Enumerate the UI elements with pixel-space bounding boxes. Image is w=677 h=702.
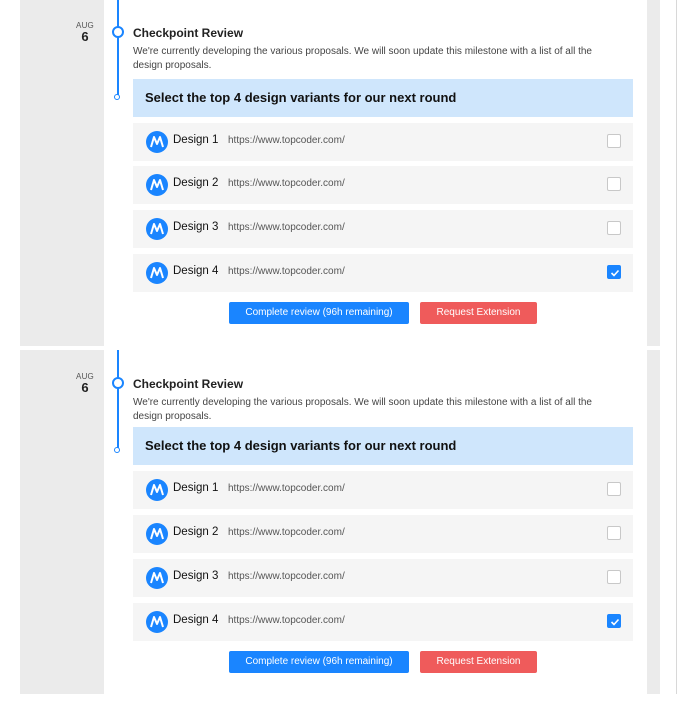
checkmark-icon — [610, 269, 620, 277]
design-row[interactable]: Design 4 https://www.topcoder.com/ — [133, 254, 633, 292]
design-checkbox[interactable] — [607, 526, 621, 540]
design-row[interactable]: Design 2 https://www.topcoder.com/ — [133, 515, 633, 553]
design-row[interactable]: Design 4 https://www.topcoder.com/ — [133, 603, 633, 641]
topcoder-logo-icon — [146, 611, 168, 633]
topcoder-logo-icon — [146, 131, 168, 153]
milestone-description: We're currently developing the various p… — [133, 397, 592, 422]
design-row[interactable]: Design 3 https://www.topcoder.com/ — [133, 559, 633, 597]
milestone-title: Checkpoint Review — [133, 26, 244, 40]
design-name: Design 1 — [173, 482, 219, 494]
complete-review-button[interactable]: Complete review (96h remaining) — [229, 302, 409, 324]
design-link[interactable]: https://www.topcoder.com/ — [228, 135, 345, 146]
design-row[interactable]: Design 1 https://www.topcoder.com/ — [133, 123, 633, 161]
design-name: Design 3 — [173, 570, 219, 582]
design-link[interactable]: https://www.topcoder.com/ — [228, 483, 345, 494]
design-checkbox[interactable] — [607, 177, 621, 191]
topcoder-logo-icon — [146, 262, 168, 284]
design-name: Design 4 — [173, 614, 219, 626]
topcoder-logo-icon — [146, 523, 168, 545]
design-checkbox[interactable] — [607, 614, 621, 628]
timeline-line — [117, 350, 119, 452]
select-header: Select the top 4 design variants for our… — [133, 79, 633, 117]
timeline-end-dot-icon — [114, 94, 120, 100]
design-checkbox[interactable] — [607, 265, 621, 279]
milestone-date: AUG 6 — [60, 372, 110, 394]
design-checkbox[interactable] — [607, 570, 621, 584]
topcoder-logo-icon — [146, 174, 168, 196]
timeline-dot-icon — [112, 26, 124, 38]
design-checkbox[interactable] — [607, 221, 621, 235]
complete-review-button[interactable]: Complete review (96h remaining) — [229, 651, 409, 673]
design-row[interactable]: Design 3 https://www.topcoder.com/ — [133, 210, 633, 248]
design-link[interactable]: https://www.topcoder.com/ — [228, 266, 345, 277]
design-link[interactable]: https://www.topcoder.com/ — [228, 571, 345, 582]
select-header-text: Select the top 4 design variants for our… — [145, 438, 457, 453]
checkmark-icon — [610, 618, 620, 626]
design-link[interactable]: https://www.topcoder.com/ — [228, 615, 345, 626]
request-extension-button[interactable]: Request Extension — [420, 651, 537, 673]
topcoder-logo-icon — [146, 218, 168, 240]
select-header: Select the top 4 design variants for our… — [133, 427, 633, 465]
milestone-date: AUG 6 — [60, 21, 110, 43]
date-day: 6 — [81, 29, 89, 44]
design-link[interactable]: https://www.topcoder.com/ — [228, 222, 345, 233]
milestone-description: We're currently developing the various p… — [133, 46, 592, 71]
design-name: Design 4 — [173, 265, 219, 277]
topcoder-logo-icon — [146, 567, 168, 589]
design-checkbox[interactable] — [607, 134, 621, 148]
design-row[interactable]: Design 2 https://www.topcoder.com/ — [133, 166, 633, 204]
design-checkbox[interactable] — [607, 482, 621, 496]
request-extension-button[interactable]: Request Extension — [420, 302, 537, 324]
design-name: Design 2 — [173, 177, 219, 189]
design-row[interactable]: Design 1 https://www.topcoder.com/ — [133, 471, 633, 509]
design-name: Design 1 — [173, 134, 219, 146]
timeline-dot-icon — [112, 377, 124, 389]
design-link[interactable]: https://www.topcoder.com/ — [228, 527, 345, 538]
design-name: Design 2 — [173, 526, 219, 538]
milestone-title: Checkpoint Review — [133, 377, 244, 391]
topcoder-logo-icon — [146, 479, 168, 501]
timeline-end-dot-icon — [114, 447, 120, 453]
design-link[interactable]: https://www.topcoder.com/ — [228, 178, 345, 189]
timeline-line — [117, 0, 119, 99]
select-header-text: Select the top 4 design variants for our… — [145, 90, 457, 105]
design-name: Design 3 — [173, 221, 219, 233]
date-day: 6 — [81, 380, 89, 395]
